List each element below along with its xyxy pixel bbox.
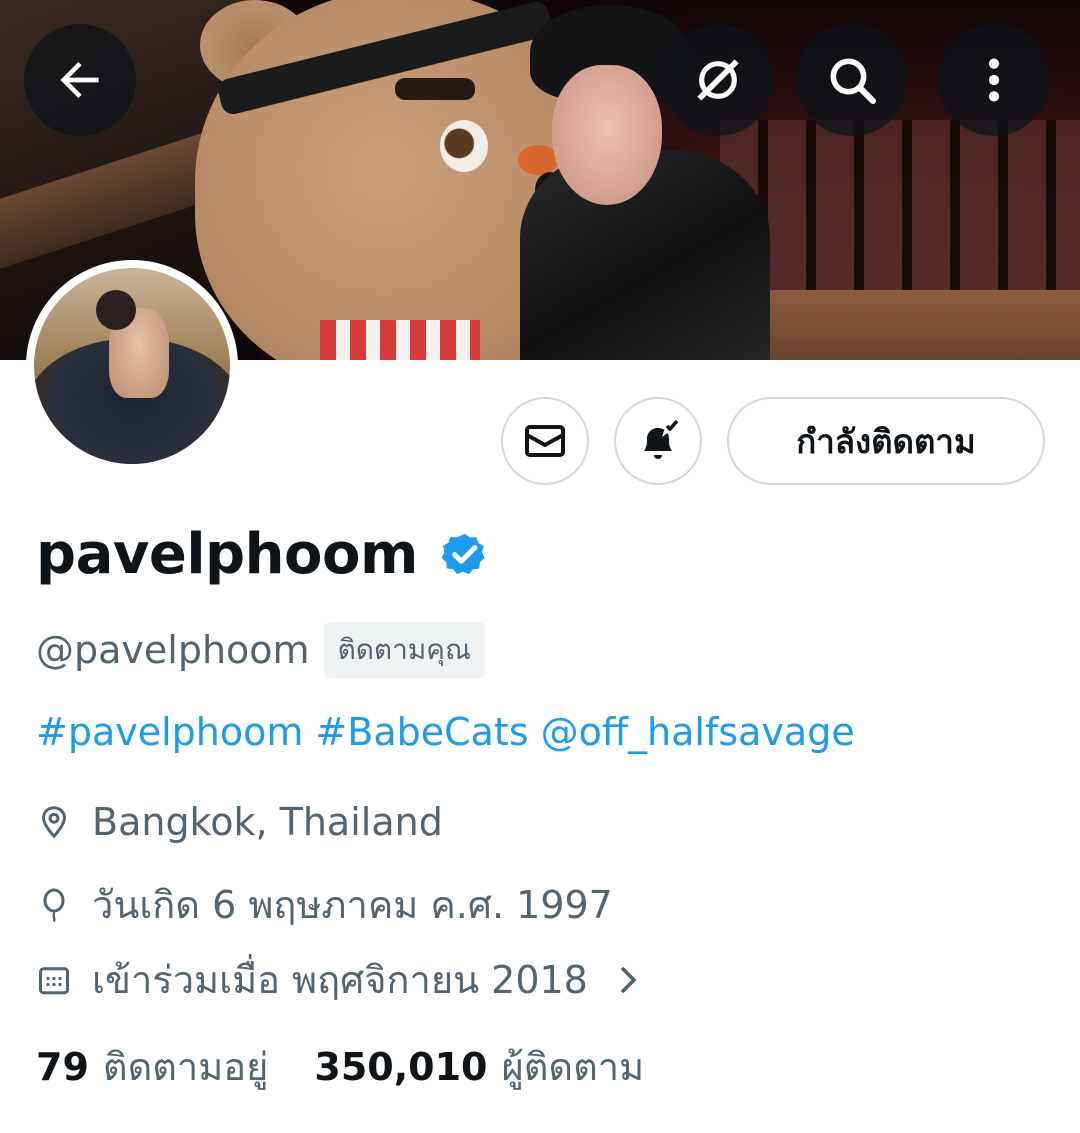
joined-row[interactable]: เข้าร่วมเมื่อ พฤศจิกายน 2018 [36,949,666,1010]
birthday-row: วันเกิด 6 พฤษภาคม ค.ศ. 1997 [36,874,613,935]
follow-stats: 79 ติดตามอยู่ 350,010 ผู้ติดตาม [36,1036,644,1097]
search-button[interactable] [796,24,908,136]
avatar[interactable] [26,260,238,472]
balloon-icon [43,888,65,922]
following-link[interactable]: 79 ติดตามอยู่ [36,1036,268,1097]
verified-badge-icon[interactable] [440,530,490,580]
bear-eye [440,120,488,172]
back-button[interactable] [24,24,136,136]
avatar-head [96,290,136,330]
birthday-text: วันเกิด 6 พฤษภาคม ค.ศ. 1997 [92,883,613,927]
back-arrow-icon [60,62,99,98]
bio-mention-link[interactable]: @off_halfsavage [541,710,855,754]
location-pin-icon [41,806,67,839]
location-row: Bangkok, Thailand [36,800,443,844]
bell-check-icon [644,419,679,459]
followers-label: ผู้ติดตาม [501,1045,645,1089]
more-button[interactable] [938,24,1050,136]
followers-link[interactable]: 350,010 ผู้ติดตาม [314,1036,644,1097]
handle-row: @pavelphoom ติดตามคุณ [36,622,485,678]
followers-count: 350,010 [314,1045,488,1089]
chevron-right-icon[interactable] [610,962,646,998]
joined-text: เข้าร่วมเมื่อ พฤศจิกายน 2018 [92,958,588,1002]
grok-icon [697,59,739,101]
bio: #pavelphoom #BabeCats @off_halfsavage [36,710,867,754]
grok-button[interactable] [662,24,774,136]
following-button[interactable]: กำลังติดตาม [727,397,1045,485]
display-name-row: pavelphoom [36,522,490,587]
envelope-icon [525,425,565,457]
bio-hashtag-link[interactable]: #BabeCats [315,710,528,754]
search-icon [830,58,877,105]
following-count: 79 [36,1045,89,1089]
avatar-image [34,268,230,464]
bear-brow [395,78,475,100]
bear-shirt [320,320,480,360]
display-name: pavelphoom [36,522,418,587]
following-label: ติดตามอยู่ [102,1045,269,1089]
calendar-icon [39,966,69,994]
more-vertical-icon [988,58,1000,102]
handle: @pavelphoom [36,628,310,672]
person-face [552,65,662,205]
location-text: Bangkok, Thailand [92,800,443,844]
message-button[interactable] [501,397,589,485]
bear-nose [518,145,558,175]
bio-hashtag-link[interactable]: #pavelphoom [36,710,303,754]
notifications-button[interactable] [614,397,702,485]
follows-you-badge: ติดตามคุณ [323,622,485,678]
banner-floor [720,290,1080,360]
